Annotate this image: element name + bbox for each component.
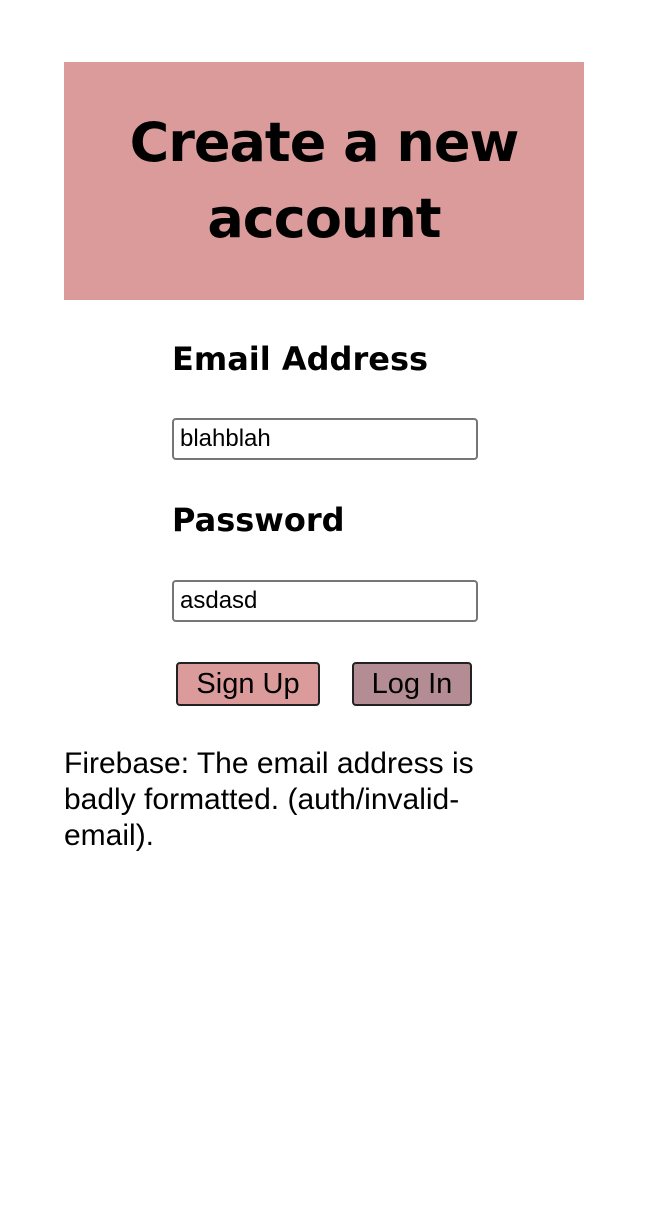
email-label: Email Address [172, 340, 429, 378]
log-in-button[interactable]: Log In [352, 662, 472, 706]
email-input[interactable] [172, 418, 478, 460]
error-message: Firebase: The email address is badly for… [64, 747, 474, 852]
page-header: Create a new account [64, 62, 584, 300]
password-label: Password [172, 501, 345, 539]
page-title: Create a new account [129, 111, 520, 250]
password-input[interactable] [172, 580, 478, 622]
sign-up-button[interactable]: Sign Up [176, 662, 320, 706]
